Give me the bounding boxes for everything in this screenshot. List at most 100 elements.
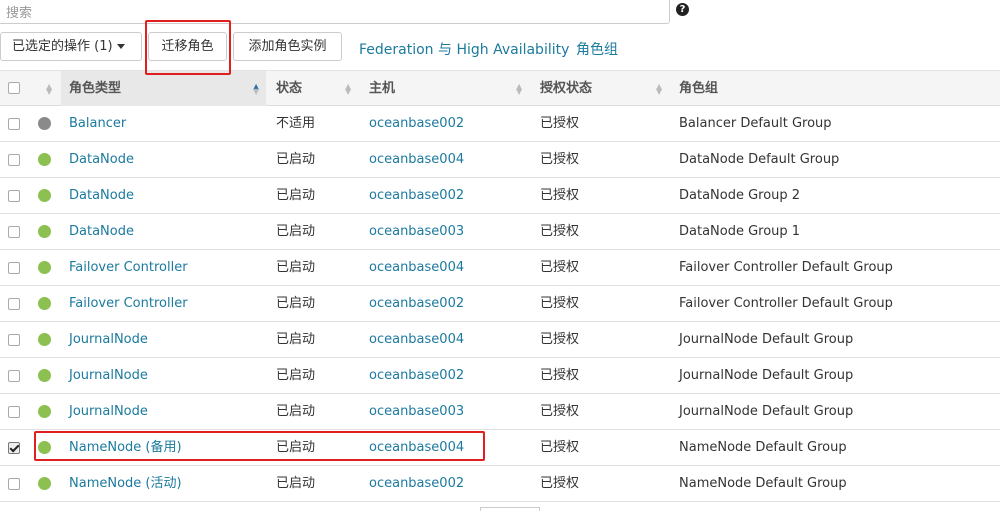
role-type-link[interactable]: DataNode [69, 214, 134, 249]
table-row: Balancer 不适用 oceanbase002 已授权 Balancer Defau… [0, 106, 1000, 142]
row-checkbox[interactable] [8, 370, 20, 382]
role-status: 已启动 [276, 332, 316, 347]
role-group: JournalNode Default Group [679, 404, 854, 419]
table-header: ▲ ▼ 角色类型 ▲ ▼ 状态 ▲ ▼ 主机 ▲ ▼ 授权状态 ▲ ▼ 角色组 [0, 70, 1000, 106]
role-status: 已启动 [276, 404, 316, 419]
row-checkbox[interactable] [8, 334, 20, 346]
row-checkbox[interactable] [8, 262, 20, 274]
role-type-link[interactable]: Failover Controller [69, 286, 188, 321]
role-status: 已启动 [276, 224, 316, 239]
role-status: 不适用 [276, 116, 316, 131]
auth-status: 已授权 [540, 260, 580, 275]
host-link[interactable]: oceanbase004 [369, 142, 464, 177]
header-role-type[interactable]: 角色类型 [69, 71, 121, 106]
role-group: JournalNode Default Group [679, 332, 854, 347]
search-input[interactable]: 搜索 [0, 0, 670, 24]
caret-down-icon [116, 44, 125, 49]
host-link[interactable]: oceanbase002 [369, 178, 464, 213]
host-link[interactable]: oceanbase002 [369, 358, 464, 393]
role-type-sort-icon[interactable]: ▲ ▼ [253, 83, 259, 96]
toolbar: 已选定的操作 (1) 迁移角色 添加角色实例 Federation 与 High… [0, 32, 1000, 62]
role-status: 已启动 [276, 476, 316, 491]
health-sort-icon[interactable]: ▲ ▼ [46, 83, 52, 96]
auth-status: 已授权 [540, 476, 580, 491]
role-type-link[interactable]: NameNode (活动) [69, 466, 182, 501]
table-row: JournalNode 已启动 oceanbase004 已授权 JournalNode… [0, 322, 1000, 358]
role-type-link[interactable]: JournalNode [69, 394, 148, 429]
role-type-link[interactable]: DataNode [69, 178, 134, 213]
host-link[interactable]: oceanbase003 [369, 394, 464, 429]
migrate-role-label: 迁移角色 [161, 39, 214, 54]
health-status-icon [38, 117, 51, 130]
role-status: 已启动 [276, 296, 316, 311]
auth-status: 已授权 [540, 188, 580, 203]
health-status-icon [38, 189, 51, 202]
auth-status: 已授权 [540, 296, 580, 311]
row-checkbox[interactable] [8, 190, 20, 202]
role-group: DataNode Group 2 [679, 188, 801, 203]
role-type-link[interactable]: Balancer [69, 106, 126, 141]
role-type-link[interactable]: DataNode [69, 142, 134, 177]
health-status-icon [38, 297, 51, 310]
host-sort-icon[interactable]: ▲ ▼ [516, 83, 522, 96]
health-status-icon [38, 441, 51, 454]
table-row: NameNode (活动) 已启动 oceanbase002 已授权 NameNode … [0, 466, 1000, 502]
host-link[interactable]: oceanbase002 [369, 286, 464, 321]
host-link[interactable]: oceanbase002 [369, 466, 464, 501]
question-circle-icon[interactable]: ? [676, 3, 689, 16]
federation-ha-link[interactable]: Federation 与 High Availability [359, 39, 569, 59]
header-role-group[interactable]: 角色组 [679, 71, 718, 106]
role-group: Failover Controller Default Group [679, 296, 893, 311]
host-link[interactable]: oceanbase004 [369, 322, 464, 357]
role-type-link[interactable]: Failover Controller [69, 250, 188, 285]
selected-actions-dropdown[interactable]: 已选定的操作 (1) [0, 32, 142, 61]
migrate-role-button[interactable]: 迁移角色 [148, 32, 227, 61]
role-group: DataNode Group 1 [679, 224, 801, 239]
row-checkbox[interactable] [8, 226, 20, 238]
row-checkbox[interactable] [8, 406, 20, 418]
role-group: JournalNode Default Group [679, 368, 854, 383]
role-status: 已启动 [276, 152, 316, 167]
health-status-icon [38, 333, 51, 346]
search-placeholder: 搜索 [6, 6, 33, 21]
table-row: Failover Controller 已启动 oceanbase002 已授权 Fai… [0, 286, 1000, 322]
auth-status: 已授权 [540, 404, 580, 419]
health-status-icon [38, 369, 51, 382]
header-status[interactable]: 状态 [276, 71, 302, 106]
row-checkbox[interactable] [8, 478, 20, 490]
header-host[interactable]: 主机 [369, 71, 395, 106]
host-link[interactable]: oceanbase004 [369, 430, 464, 465]
role-type-link[interactable]: NameNode (备用) [69, 430, 182, 465]
pagination-stub [480, 507, 540, 511]
header-auth-status[interactable]: 授权状态 [540, 71, 592, 106]
auth-status: 已授权 [540, 332, 580, 347]
table-row: NameNode (备用) 已启动 oceanbase004 已授权 NameNode … [0, 430, 1000, 466]
status-sort-icon[interactable]: ▲ ▼ [345, 83, 351, 96]
role-type-link[interactable]: JournalNode [69, 358, 148, 393]
row-checkbox[interactable] [8, 154, 20, 166]
auth-status: 已授权 [540, 224, 580, 239]
role-group: Failover Controller Default Group [679, 260, 893, 275]
role-group: Balancer Default Group [679, 116, 832, 131]
host-link[interactable]: oceanbase004 [369, 250, 464, 285]
row-checkbox[interactable] [8, 118, 20, 130]
host-link[interactable]: oceanbase003 [369, 214, 464, 249]
auth-status: 已授权 [540, 152, 580, 167]
health-status-icon [38, 261, 51, 274]
row-checkbox[interactable] [8, 442, 20, 454]
auth-status-sort-icon[interactable]: ▲ ▼ [656, 83, 662, 96]
auth-status: 已授权 [540, 116, 580, 131]
select-all-checkbox[interactable] [8, 82, 20, 94]
role-group: NameNode Default Group [679, 440, 847, 455]
host-link[interactable]: oceanbase002 [369, 106, 464, 141]
add-role-instance-label: 添加角色实例 [248, 39, 327, 54]
health-status-icon [38, 153, 51, 166]
add-role-instance-button[interactable]: 添加角色实例 [233, 32, 342, 61]
health-status-icon [38, 477, 51, 490]
row-checkbox[interactable] [8, 298, 20, 310]
role-status: 已启动 [276, 188, 316, 203]
role-type-link[interactable]: JournalNode [69, 322, 148, 357]
role-group: DataNode Default Group [679, 152, 840, 167]
table-row: DataNode 已启动 oceanbase004 已授权 DataNode Defau… [0, 142, 1000, 178]
role-groups-link[interactable]: 角色组 [576, 39, 618, 59]
